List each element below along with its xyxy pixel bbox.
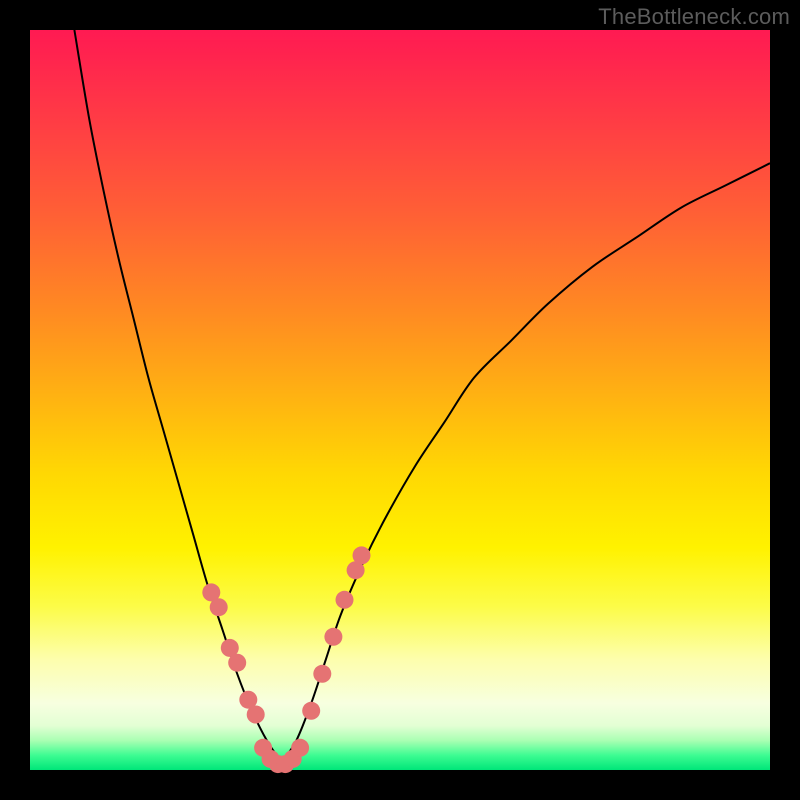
- highlight-dot: [247, 706, 265, 724]
- highlight-dot: [313, 665, 331, 683]
- highlight-dots-group: [202, 546, 370, 773]
- highlight-dot: [302, 702, 320, 720]
- curve-left-branch: [74, 30, 281, 763]
- highlight-dot: [336, 591, 354, 609]
- highlight-dot: [228, 654, 246, 672]
- highlight-dot: [324, 628, 342, 646]
- plot-area: [30, 30, 770, 770]
- chart-svg: [30, 30, 770, 770]
- curve-right-branch: [282, 163, 770, 762]
- highlight-dot: [291, 739, 309, 757]
- highlight-dot: [210, 598, 228, 616]
- watermark-text: TheBottleneck.com: [598, 4, 790, 30]
- highlight-dot: [353, 546, 371, 564]
- chart-frame: TheBottleneck.com: [0, 0, 800, 800]
